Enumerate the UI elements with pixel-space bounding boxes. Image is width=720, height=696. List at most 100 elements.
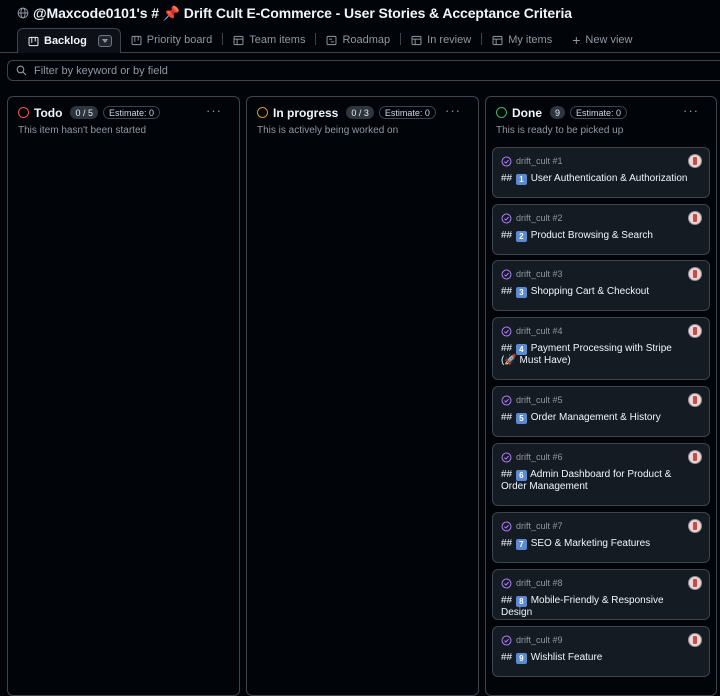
issue-repo-number: drift_cult #4 (516, 326, 563, 336)
new-view-button[interactable]: + New view (562, 28, 642, 52)
tab-in-review[interactable]: In review (401, 28, 481, 52)
table-icon (492, 35, 503, 46)
tab-label: Backlog (44, 35, 87, 47)
globe-icon (17, 7, 29, 19)
number-emoji-badge: 7 (516, 539, 527, 550)
issue-card[interactable]: drift_cult #5 ## 5 Order Management & Hi… (492, 386, 710, 437)
number-emoji-badge: 5 (516, 413, 527, 424)
filter-bar[interactable] (7, 60, 720, 81)
heading-prefix: ## (501, 230, 512, 241)
tab-team-items[interactable]: Team items (223, 28, 315, 52)
tab-roadmap[interactable]: Roadmap (316, 28, 400, 52)
column-menu-icon[interactable]: ··· (683, 103, 699, 118)
issue-title[interactable]: ## 4 Payment Processing with Stripe (🚀 M… (501, 343, 700, 367)
issue-repo-number: drift_cult #6 (516, 452, 563, 462)
avatar[interactable] (688, 450, 702, 464)
avatar[interactable] (688, 324, 702, 338)
issue-repo-number: drift_cult #5 (516, 395, 563, 405)
issue-title-text: Wishlist Feature (531, 652, 603, 663)
issue-title-text: Order Management & History (531, 412, 661, 423)
column-header: Todo 0 / 5 Estimate: 0 (8, 97, 239, 120)
column-menu-icon[interactable]: ··· (445, 103, 461, 118)
closed-issue-icon (501, 521, 512, 532)
issue-title[interactable]: ## 6 Admin Dashboard for Product & Order… (501, 469, 700, 493)
table-icon (233, 35, 244, 46)
board: Todo 0 / 5 Estimate: 0 ··· This item has… (0, 96, 720, 684)
issue-title[interactable]: ## 2 Product Browsing & Search (501, 230, 700, 242)
issue-title-text: Shopping Cart & Checkout (531, 286, 649, 297)
issue-title[interactable]: ## 1 User Authentication & Authorization (501, 173, 700, 185)
heading-prefix: ## (501, 343, 512, 354)
avatar[interactable] (688, 633, 702, 647)
table-icon (411, 35, 422, 46)
issue-title-text: SEO & Marketing Features (531, 538, 651, 549)
column-menu-icon[interactable]: ··· (206, 103, 222, 118)
column-description: This is ready to be picked up (486, 120, 716, 136)
avatar[interactable] (688, 211, 702, 225)
view-tabs: Backlog Priority board Team items Roadma… (0, 26, 720, 53)
heading-prefix: ## (501, 469, 512, 480)
number-emoji-badge: 8 (516, 596, 527, 607)
issue-card[interactable]: drift_cult #2 ## 2 Product Browsing & Se… (492, 204, 710, 255)
column-description: This is actively being worked on (247, 120, 478, 136)
tab-my-items[interactable]: My items (482, 28, 562, 52)
new-view-label: New view (585, 34, 632, 46)
column-description: This item hasn't been started (8, 120, 239, 136)
issue-card[interactable]: drift_cult #3 ## 3 Shopping Cart & Check… (492, 260, 710, 311)
issue-title[interactable]: ## 9 Wishlist Feature (501, 652, 700, 664)
estimate-badge: Estimate: 0 (570, 106, 627, 119)
tab-label: In review (427, 34, 471, 46)
closed-issue-icon (501, 213, 512, 224)
issue-repo-number: drift_cult #7 (516, 521, 563, 531)
estimate-badge: Estimate: 0 (379, 106, 436, 119)
issue-title[interactable]: ## 7 SEO & Marketing Features (501, 538, 700, 550)
issue-card[interactable]: drift_cult #8 ## 8 Mobile-Friendly & Res… (492, 569, 710, 620)
issue-title[interactable]: ## 3 Shopping Cart & Checkout (501, 286, 700, 298)
issue-title[interactable]: ## 5 Order Management & History (501, 412, 700, 424)
tab-options-button[interactable] (98, 35, 112, 47)
estimate-badge: Estimate: 0 (103, 106, 160, 119)
avatar[interactable] (688, 576, 702, 590)
item-count-badge: 0 / 3 (346, 106, 374, 119)
issue-title[interactable]: ## 8 Mobile-Friendly & Responsive Design (501, 595, 700, 619)
number-emoji-badge: 9 (516, 653, 527, 664)
search-icon (16, 65, 27, 76)
filter-input[interactable] (34, 65, 334, 77)
tab-backlog[interactable]: Backlog (17, 28, 121, 53)
avatar[interactable] (688, 267, 702, 281)
issue-card[interactable]: drift_cult #7 ## 7 SEO & Marketing Featu… (492, 512, 710, 563)
column-header: Done 9 Estimate: 0 (486, 97, 716, 120)
page-header: @Maxcode0101's # 📌 Drift Cult E-Commerce… (0, 0, 720, 26)
closed-issue-icon (501, 156, 512, 167)
issue-card[interactable]: drift_cult #4 ## 4 Payment Processing wi… (492, 317, 710, 380)
tab-priority-board[interactable]: Priority board (121, 28, 222, 52)
column-title: Todo (34, 106, 62, 120)
status-circle-icon (18, 107, 29, 118)
heading-prefix: ## (501, 538, 512, 549)
issue-card[interactable]: drift_cult #9 ## 9 Wishlist Feature (492, 626, 710, 677)
closed-issue-icon (501, 269, 512, 280)
closed-issue-icon (501, 452, 512, 463)
closed-issue-icon (501, 635, 512, 646)
column-todo: Todo 0 / 5 Estimate: 0 ··· This item has… (7, 96, 240, 696)
closed-issue-icon (501, 578, 512, 589)
plus-icon: + (572, 33, 580, 47)
tab-label: My items (508, 34, 552, 46)
issue-card[interactable]: drift_cult #6 ## 6 Admin Dashboard for P… (492, 443, 710, 506)
closed-issue-icon (501, 326, 512, 337)
number-emoji-badge: 4 (516, 344, 527, 355)
avatar[interactable] (688, 154, 702, 168)
issue-card[interactable]: drift_cult #1 ## 1 User Authentication &… (492, 147, 710, 198)
avatar[interactable] (688, 393, 702, 407)
tab-label: Roadmap (342, 34, 390, 46)
heading-prefix: ## (501, 652, 512, 663)
roadmap-icon (326, 35, 337, 46)
avatar[interactable] (688, 519, 702, 533)
column-in-progress: In progress 0 / 3 Estimate: 0 ··· This i… (246, 96, 479, 696)
column-title: In progress (273, 106, 338, 120)
number-emoji-badge: 3 (516, 287, 527, 298)
tab-label: Team items (249, 34, 305, 46)
issue-repo-number: drift_cult #2 (516, 213, 563, 223)
heading-prefix: ## (501, 286, 512, 297)
tab-label: Priority board (147, 34, 212, 46)
